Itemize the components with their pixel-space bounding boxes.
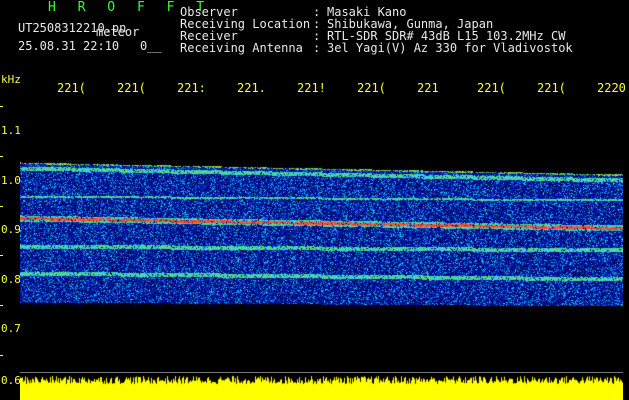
time-tick: 221( <box>537 81 566 95</box>
time-tick: 221( <box>477 81 506 95</box>
frequency-minor-tick <box>0 156 3 157</box>
antenna-value: 3el Yagi(V) Az 330 for Vladivostok <box>327 41 573 55</box>
frequency-unit-label: kHz <box>1 73 21 86</box>
time-tick: 221. <box>237 81 266 95</box>
frequency-minor-tick <box>0 255 3 256</box>
frequency-tick-label: 1.0 <box>1 174 21 187</box>
frequency-tick-label: 1.1 <box>1 124 21 137</box>
plot-divider <box>20 372 623 373</box>
time-tick: 221( <box>117 81 146 95</box>
time-tick: 2220 <box>597 81 626 95</box>
spectrogram-waterfall <box>20 96 623 371</box>
frequency-minor-tick <box>0 305 3 306</box>
frequency-minor-tick <box>0 355 3 356</box>
antenna-label: Receiving Antenna <box>180 41 303 55</box>
frequency-tick-label: 0.8 <box>1 273 21 286</box>
frequency-minor-tick <box>0 106 3 107</box>
signal-level-bar <box>20 374 623 400</box>
frequency-tick-label: 0.9 <box>1 223 21 236</box>
frequency-tick-label: 0.6 <box>1 374 21 387</box>
time-tick: 221( <box>57 81 86 95</box>
header-panel: H R O F F T UT2508312210.pn meteor 25.08… <box>0 0 629 72</box>
capture-datetime: 25.08.31 22:10 <box>18 39 120 53</box>
time-tick: 221! <box>297 81 326 95</box>
status-indicator: 0__ <box>140 39 162 53</box>
file-name-suffix: meteor <box>96 25 140 39</box>
frequency-minor-tick <box>0 206 3 207</box>
frequency-tick-label: 0.7 <box>1 322 21 335</box>
time-tick: 221 <box>417 81 439 95</box>
time-tick: 221: <box>177 81 206 95</box>
antenna-separator: : <box>313 41 321 55</box>
time-tick: 221( <box>357 81 386 95</box>
